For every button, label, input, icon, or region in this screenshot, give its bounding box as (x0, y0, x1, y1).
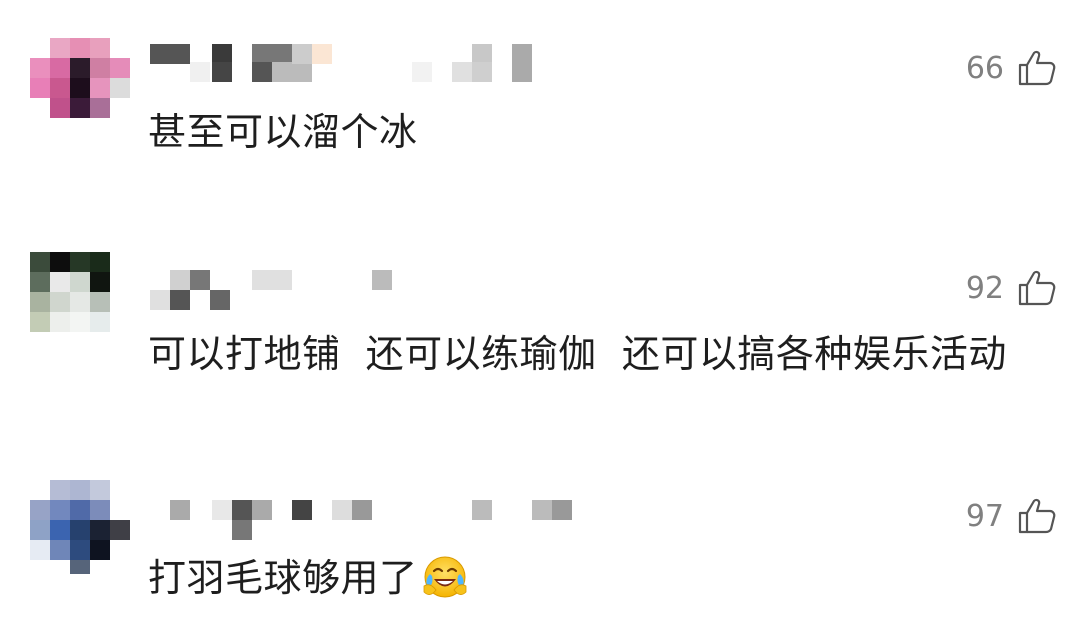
like-count: 66 (965, 50, 1004, 86)
like-button[interactable]: 92 (966, 268, 1056, 308)
username[interactable] (150, 38, 550, 82)
avatar[interactable] (30, 480, 130, 574)
thumbs-up-icon (1018, 270, 1056, 306)
avatar[interactable] (30, 252, 130, 332)
username[interactable] (150, 270, 550, 314)
thumbs-up-icon (1018, 498, 1056, 534)
username[interactable] (150, 500, 572, 544)
comment-item: 92 可以打地铺 还可以练瑜伽 还可以搞各种娱乐活动 (0, 252, 1080, 382)
comment-text-body: 打羽毛球够用了 (148, 556, 418, 600)
avatar[interactable] (30, 38, 130, 118)
like-count: 92 (965, 270, 1004, 306)
laughing-crying-emoji-icon (422, 554, 468, 600)
comment-text: 打羽毛球够用了 (148, 554, 468, 600)
like-button[interactable]: 66 (966, 48, 1056, 88)
comment-text: 甚至可以溜个冰 (148, 110, 418, 154)
like-count: 97 (965, 498, 1004, 534)
like-button[interactable]: 97 (966, 496, 1056, 536)
comment-item: 66 甚至可以溜个冰 (0, 38, 1080, 168)
comment-text: 可以打地铺 还可以练瑜伽 还可以搞各种娱乐活动 (148, 332, 1007, 376)
thumbs-up-icon (1018, 50, 1056, 86)
comment-item: 97 打羽毛球够用了 (0, 480, 1080, 610)
